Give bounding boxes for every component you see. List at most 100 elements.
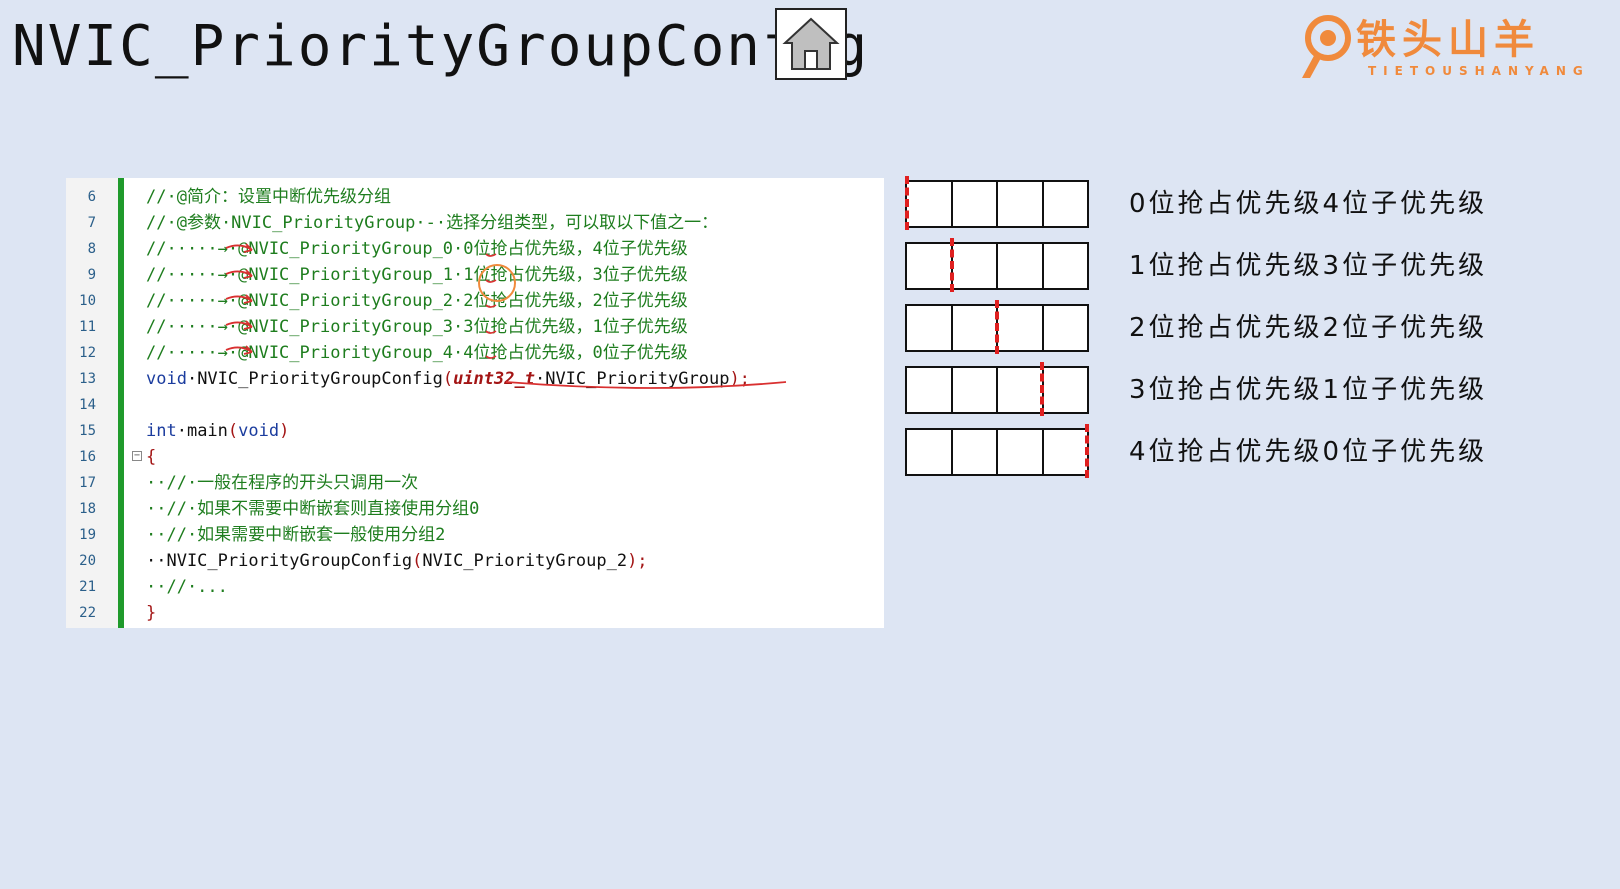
line-number: 17 <box>79 475 96 491</box>
code-line: 16 −{ <box>66 444 884 470</box>
bit-cell <box>998 244 1044 288</box>
bit-cell <box>998 430 1044 474</box>
code-text: //·@简介：设置中断优先级分组 <box>146 184 391 210</box>
code-line: 22} <box>66 600 884 626</box>
code-line: 21 ··//·... <box>66 574 884 600</box>
code-text: //·····→·@NVIC_PriorityGroup_0·0位抢占优先级，4… <box>146 236 688 262</box>
line-number: 20 <box>79 553 96 569</box>
group-label: 3位抢占优先级1位子优先级 <box>1129 375 1488 405</box>
code-token: uint32_t <box>453 369 535 389</box>
code-text: ··//·如果需要中断嵌套一般使用分组2 <box>146 522 445 548</box>
logo-subtitle: TIETOUSHANYANG <box>1368 64 1590 78</box>
code-token: NVIC_PriorityGroup_2 <box>422 551 628 571</box>
priority-group-row: 3位抢占优先级1位子优先级 <box>905 362 1620 416</box>
code-token: ·NVIC_PriorityGroupConfig <box>186 369 443 389</box>
code-token: //·····→·@NVIC_PriorityGroup_3·3位抢占优先级，1… <box>146 317 688 337</box>
line-number: 6 <box>87 189 96 205</box>
group-label: 4位抢占优先级0位子优先级 <box>1129 437 1488 467</box>
line-number: 13 <box>79 371 96 387</box>
split-marker <box>1040 362 1044 416</box>
code-token: ( <box>227 421 239 441</box>
code-text: int·main(void) <box>146 418 289 444</box>
priority-group-row: 2位抢占优先级2位子优先级 <box>905 300 1620 354</box>
code-token: ··NVIC_PriorityGroupConfig <box>146 551 413 571</box>
code-line: 20 ··NVIC_PriorityGroupConfig(NVIC_Priori… <box>66 548 884 574</box>
bit-cell <box>998 182 1044 226</box>
code-token: ··//·如果不需要中断嵌套则直接使用分组0 <box>146 499 480 519</box>
code-text: ··//·一般在程序的开头只调用一次 <box>146 470 418 496</box>
code-line: 8 //·····→·@NVIC_PriorityGroup_0·0位抢占优先级，… <box>66 236 884 262</box>
code-token: void <box>238 421 280 441</box>
bit-cell <box>1044 182 1088 226</box>
line-number: 7 <box>87 215 96 231</box>
bit-cell <box>907 306 953 350</box>
code-text: { <box>146 444 156 470</box>
code-text: //·····→·@NVIC_PriorityGroup_2·2位抢占优先级，2… <box>146 288 688 314</box>
split-marker <box>995 300 999 354</box>
group-label: 1位抢占优先级3位子优先级 <box>1129 251 1488 281</box>
code-line: 11 //·····→·@NVIC_PriorityGroup_3·3位抢占优先级… <box>66 314 884 340</box>
line-number: 21 <box>79 579 96 595</box>
bit-cell <box>998 368 1044 412</box>
code-line: 15 int·main(void) <box>66 418 884 444</box>
bit-cell <box>907 244 953 288</box>
code-token: ··//·一般在程序的开头只调用一次 <box>146 473 419 493</box>
line-number: 14 <box>79 397 96 413</box>
line-number: 11 <box>79 319 96 335</box>
code-token: } <box>146 603 157 623</box>
code-token: //·····→·@NVIC_PriorityGroup_2·2位抢占优先级，2… <box>146 291 688 311</box>
line-number: 19 <box>79 527 96 543</box>
code-token: ··//·如果需要中断嵌套一般使用分组2 <box>146 525 446 545</box>
code-text: //·····→·@NVIC_PriorityGroup_3·3位抢占优先级，1… <box>146 314 688 340</box>
bit-grid <box>905 242 1089 290</box>
bit-grid <box>905 366 1089 414</box>
bit-cell <box>953 182 998 226</box>
line-number: 16 <box>79 449 96 465</box>
code-token: //·····→·@NVIC_PriorityGroup_1·1位抢占优先级，3… <box>146 265 688 285</box>
code-text: //·····→·@NVIC_PriorityGroup_1·1位抢占优先级，3… <box>146 262 688 288</box>
code-line: 9 //·····→·@NVIC_PriorityGroup_1·1位抢占优先级，… <box>66 262 884 288</box>
bit-cell <box>1044 430 1088 474</box>
code-editor: 6 //·@简介：设置中断优先级分组 7 //·@参数·NVIC_PriorityGr… <box>66 178 884 628</box>
code-text: //·····→·@NVIC_PriorityGroup_4·4位抢占优先级，0… <box>146 340 688 366</box>
home-icon <box>782 17 840 70</box>
line-number: 15 <box>79 423 96 439</box>
code-token: //·····→·@NVIC_PriorityGroup_4·4位抢占优先级，0… <box>146 343 688 363</box>
code-token: ( <box>442 369 454 389</box>
code-line: 19 ··//·如果需要中断嵌套一般使用分组2 <box>66 522 884 548</box>
bit-cell <box>1044 306 1088 350</box>
bit-cell <box>907 368 953 412</box>
code-text: //·@参数·NVIC_PriorityGroup·-·选择分组类型，可以取以下… <box>146 210 718 236</box>
logo-text: 铁头山羊 <box>1356 17 1540 63</box>
code-line: 12 //·····→·@NVIC_PriorityGroup_4·4位抢占优先级… <box>66 340 884 366</box>
bit-cell <box>1044 368 1088 412</box>
code-text: } <box>146 600 156 626</box>
priority-group-row: 0位抢占优先级4位子优先级 <box>905 176 1620 230</box>
line-number: 18 <box>79 501 96 517</box>
priority-group-row: 4位抢占优先级0位子优先级 <box>905 424 1620 478</box>
bit-cell <box>907 182 953 226</box>
code-line: 17 ··//·一般在程序的开头只调用一次 <box>66 470 884 496</box>
home-button[interactable] <box>775 8 847 80</box>
line-number: 8 <box>87 241 96 257</box>
fold-toggle-icon[interactable]: − <box>132 451 142 461</box>
split-marker <box>905 176 909 230</box>
code-token: ) <box>279 421 290 441</box>
code-line: 18 ··//·如果不需要中断嵌套则直接使用分组0 <box>66 496 884 522</box>
group-label: 0位抢占优先级4位子优先级 <box>1129 189 1488 219</box>
code-token: //·····→·@NVIC_PriorityGroup_0·0位抢占优先级，4… <box>146 239 688 259</box>
brand-logo: 铁头山羊 TIETOUSHANYANG <box>1298 12 1598 84</box>
line-number: 10 <box>79 293 96 309</box>
bit-cell <box>953 368 998 412</box>
line-number: 9 <box>87 267 96 283</box>
bit-cell <box>907 430 953 474</box>
bit-cell <box>953 306 998 350</box>
bit-grid <box>905 428 1089 476</box>
group-label: 2位抢占优先级2位子优先级 <box>1129 313 1488 343</box>
code-token: //·@参数·NVIC_PriorityGroup·-·选择分组类型，可以取以下… <box>146 213 719 233</box>
code-token: ); <box>729 369 750 389</box>
code-line: 13 void·NVIC_PriorityGroupConfig(uint32_t… <box>66 366 884 392</box>
code-token: void <box>146 369 187 389</box>
bit-cell <box>1044 244 1088 288</box>
bit-cell <box>998 306 1044 350</box>
